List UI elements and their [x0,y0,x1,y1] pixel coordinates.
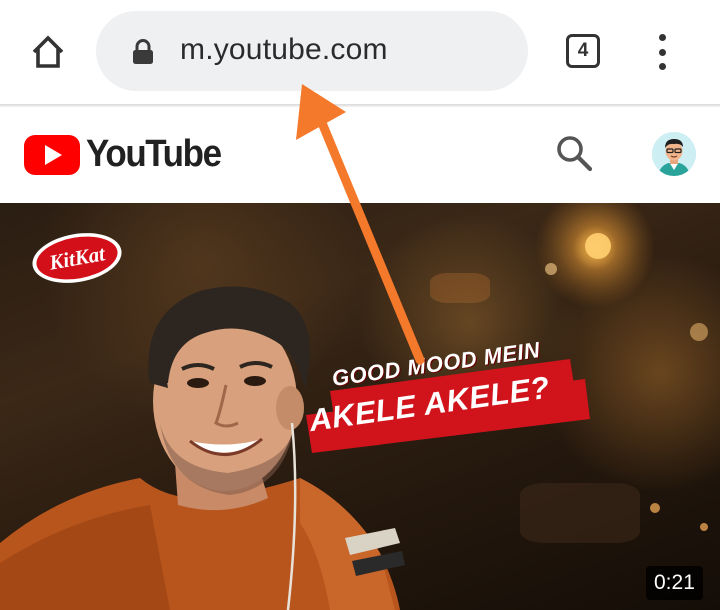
tab-switcher-button[interactable]: 4 [566,34,600,68]
youtube-play-icon [24,134,80,175]
tab-count: 4 [577,40,589,61]
lock-icon [133,39,153,64]
bokeh-light [650,503,660,513]
video-thumbnail[interactable]: KitKat GOOD MOOD MEIN AKELE AKELE? 0:21 [0,203,720,610]
home-icon [32,35,64,68]
bokeh-light [700,523,708,531]
url-text[interactable]: m.youtube.com [180,33,388,67]
browser-menu-button[interactable] [650,30,674,74]
search-button[interactable] [554,133,596,175]
avatar-icon [652,132,696,176]
home-button[interactable] [26,30,70,74]
more-vert-icon [658,34,666,41]
video-duration-badge: 0:21 [646,566,703,600]
youtube-header: YouTube [0,107,720,203]
address-bar[interactable]: m.youtube.com [96,11,528,91]
bokeh-light [520,483,640,543]
account-avatar[interactable] [652,132,696,176]
youtube-logo-text: YouTube [86,133,222,175]
youtube-logo[interactable]: YouTube [24,133,232,176]
search-icon [557,136,593,172]
bokeh-light [585,233,611,259]
bokeh-light [690,323,708,341]
browser-toolbar: m.youtube.com 4 [0,0,720,104]
bokeh-light [545,263,557,275]
